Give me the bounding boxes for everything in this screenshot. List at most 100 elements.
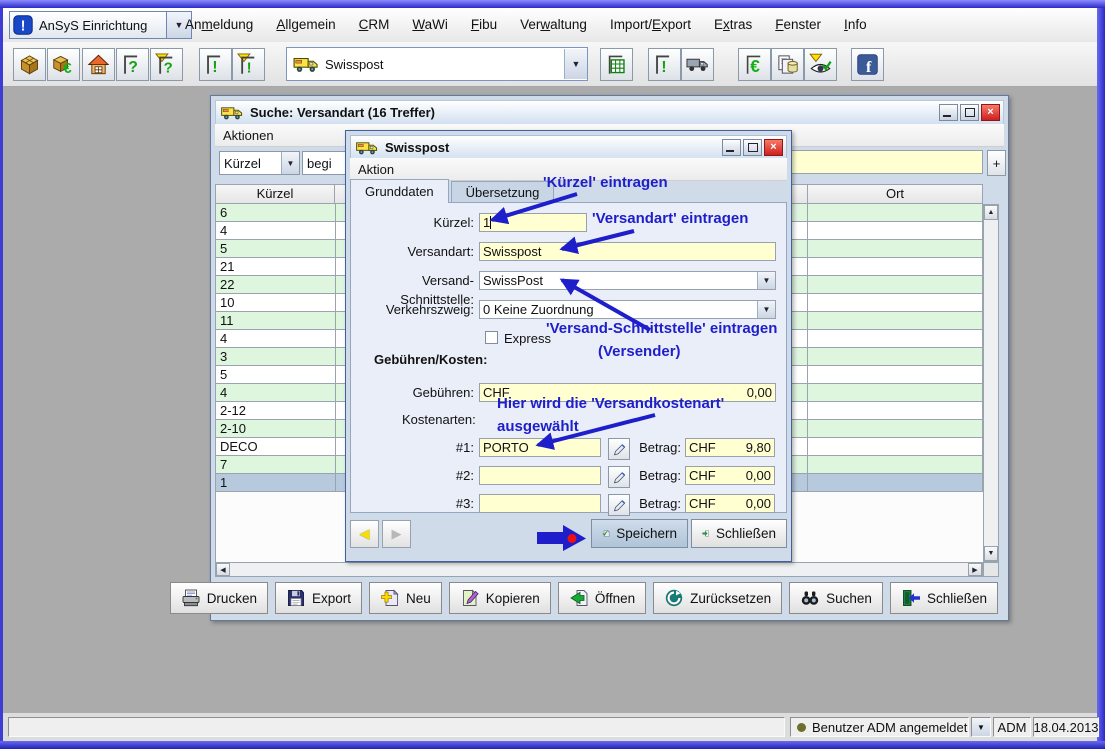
cell[interactable] xyxy=(790,384,808,402)
chevron-down-icon[interactable]: ▼ xyxy=(757,301,775,318)
menu-fibu[interactable]: Fibu xyxy=(471,17,497,32)
toolbar-button-copy[interactable] xyxy=(771,48,804,81)
dialog-minimize-button[interactable] xyxy=(722,139,741,156)
toolbar-button-eye-check[interactable] xyxy=(804,48,837,81)
dialog-close-button[interactable]: × xyxy=(764,139,783,156)
menu-aktion[interactable]: Aktion xyxy=(350,162,394,177)
cell[interactable] xyxy=(790,348,808,366)
betrag-2-field[interactable]: CHF 0,00 xyxy=(685,466,775,485)
menu-import-export[interactable]: Import/Export xyxy=(610,17,691,32)
new-doc-button[interactable]: Neu xyxy=(369,582,442,614)
toolbar-button-question-hook-flag[interactable] xyxy=(150,48,183,81)
cell[interactable] xyxy=(808,456,983,474)
printer-button[interactable]: Drucken xyxy=(170,582,268,614)
module-selector[interactable]: AnSyS Einrichtung xyxy=(9,11,168,39)
cell[interactable]: 1 xyxy=(216,474,336,492)
cell[interactable]: 10 xyxy=(216,294,336,312)
column-header-ort[interactable]: Ort xyxy=(808,184,983,204)
toolbar-button-facebook[interactable] xyxy=(851,48,884,81)
kostenart-1-picker-button[interactable] xyxy=(608,438,630,460)
dialog-maximize-button[interactable] xyxy=(743,139,762,156)
nav-next-button[interactable]: ▶ xyxy=(382,520,411,548)
quick-search-combobox[interactable]: Swisspost ▼ xyxy=(286,47,588,81)
cell[interactable] xyxy=(790,312,808,330)
kostenart-2-field[interactable] xyxy=(479,466,601,485)
vertical-scrollbar[interactable]: ▲ ▼ xyxy=(983,204,999,562)
menu-anmeldung[interactable]: Anmeldung xyxy=(185,17,253,32)
cell[interactable]: 5 xyxy=(216,240,336,258)
betrag-1-field[interactable]: CHF 9,80 xyxy=(685,438,775,457)
chevron-down-icon[interactable]: ▼ xyxy=(564,49,587,79)
scroll-up-icon[interactable]: ▲ xyxy=(984,205,998,220)
toolbar-button-question-hook[interactable] xyxy=(116,48,149,81)
cell[interactable]: 6 xyxy=(216,204,336,222)
cell[interactable]: 5 xyxy=(216,366,336,384)
close-door-button[interactable]: Schließen xyxy=(890,582,998,614)
cell[interactable] xyxy=(790,474,808,492)
cell[interactable] xyxy=(790,276,808,294)
cell[interactable]: 3 xyxy=(216,348,336,366)
cell[interactable] xyxy=(790,420,808,438)
reset-button[interactable]: Zurücksetzen xyxy=(653,582,782,614)
menu-extras[interactable]: Extras xyxy=(714,17,752,32)
scroll-left-icon[interactable]: ◀ xyxy=(216,563,230,576)
search-binoculars-button[interactable]: Suchen xyxy=(789,582,883,614)
filter-field-combobox[interactable]: Kürzel ▼ xyxy=(219,151,300,175)
cell[interactable] xyxy=(808,384,983,402)
toolbar-button-table-grid[interactable] xyxy=(600,48,633,81)
cell[interactable] xyxy=(790,294,808,312)
menu-verwaltung[interactable]: Verwaltung xyxy=(520,17,587,32)
kostenart-3-picker-button[interactable] xyxy=(608,494,630,516)
cell[interactable] xyxy=(808,204,983,222)
toolbar-button-package-euro[interactable] xyxy=(47,48,80,81)
cell[interactable] xyxy=(808,312,983,330)
export-floppy-button[interactable]: Export xyxy=(275,582,362,614)
schnittstelle-combobox[interactable]: SwissPost ▼ xyxy=(479,271,776,290)
cell[interactable]: 21 xyxy=(216,258,336,276)
menu-allgemein[interactable]: Allgemein xyxy=(276,17,335,32)
cell[interactable] xyxy=(790,330,808,348)
cell[interactable] xyxy=(790,240,808,258)
cell[interactable]: 2-10 xyxy=(216,420,336,438)
menu-wawi[interactable]: WaWi xyxy=(412,17,448,32)
horizontal-scrollbar[interactable]: ◀ ▶ xyxy=(215,562,983,577)
cell[interactable] xyxy=(790,366,808,384)
menu-crm[interactable]: CRM xyxy=(359,17,390,32)
nav-previous-button[interactable]: ◀ xyxy=(350,520,379,548)
verkehrszweig-combobox[interactable]: 0 Keine Zuordnung ▼ xyxy=(479,300,776,319)
cell[interactable]: 4 xyxy=(216,330,336,348)
cell[interactable]: 2-12 xyxy=(216,402,336,420)
kostenart-2-picker-button[interactable] xyxy=(608,466,630,488)
column-header-kürzel[interactable]: Kürzel xyxy=(215,184,335,204)
cell[interactable] xyxy=(808,294,983,312)
express-checkbox[interactable] xyxy=(485,331,498,344)
close-button[interactable]: × xyxy=(981,104,1000,121)
search-window-titlebar[interactable]: Suche: Versandart (16 Treffer) × xyxy=(215,100,1004,125)
toolbar-button-truck-gray[interactable] xyxy=(681,48,714,81)
cell[interactable]: 7 xyxy=(216,456,336,474)
save-button[interactable]: Speichern xyxy=(591,519,688,548)
cell[interactable] xyxy=(790,222,808,240)
cell[interactable] xyxy=(790,402,808,420)
column-header[interactable] xyxy=(790,184,808,204)
cell[interactable] xyxy=(808,330,983,348)
cell[interactable] xyxy=(808,474,983,492)
kuerzel-field[interactable]: 1 xyxy=(479,213,587,232)
cell[interactable] xyxy=(808,402,983,420)
cell[interactable]: DECO xyxy=(216,438,336,456)
cell[interactable] xyxy=(808,348,983,366)
toolbar-button-exclaim-hook[interactable] xyxy=(648,48,681,81)
cell[interactable] xyxy=(790,456,808,474)
betrag-3-field[interactable]: CHF 0,00 xyxy=(685,494,775,513)
toolbar-button-package[interactable] xyxy=(13,48,46,81)
kostenart-1-field[interactable]: PORTO xyxy=(479,438,601,457)
menu-info[interactable]: Info xyxy=(844,17,867,32)
cell[interactable] xyxy=(808,240,983,258)
open-doc-button[interactable]: Öffnen xyxy=(558,582,646,614)
cell[interactable]: 11 xyxy=(216,312,336,330)
cell[interactable] xyxy=(808,420,983,438)
kostenart-3-field[interactable] xyxy=(479,494,601,513)
add-filter-button[interactable]: + xyxy=(987,150,1006,176)
tab-uebersetzung[interactable]: Übersetzung xyxy=(451,181,555,203)
copy-doc-button[interactable]: Kopieren xyxy=(449,582,551,614)
